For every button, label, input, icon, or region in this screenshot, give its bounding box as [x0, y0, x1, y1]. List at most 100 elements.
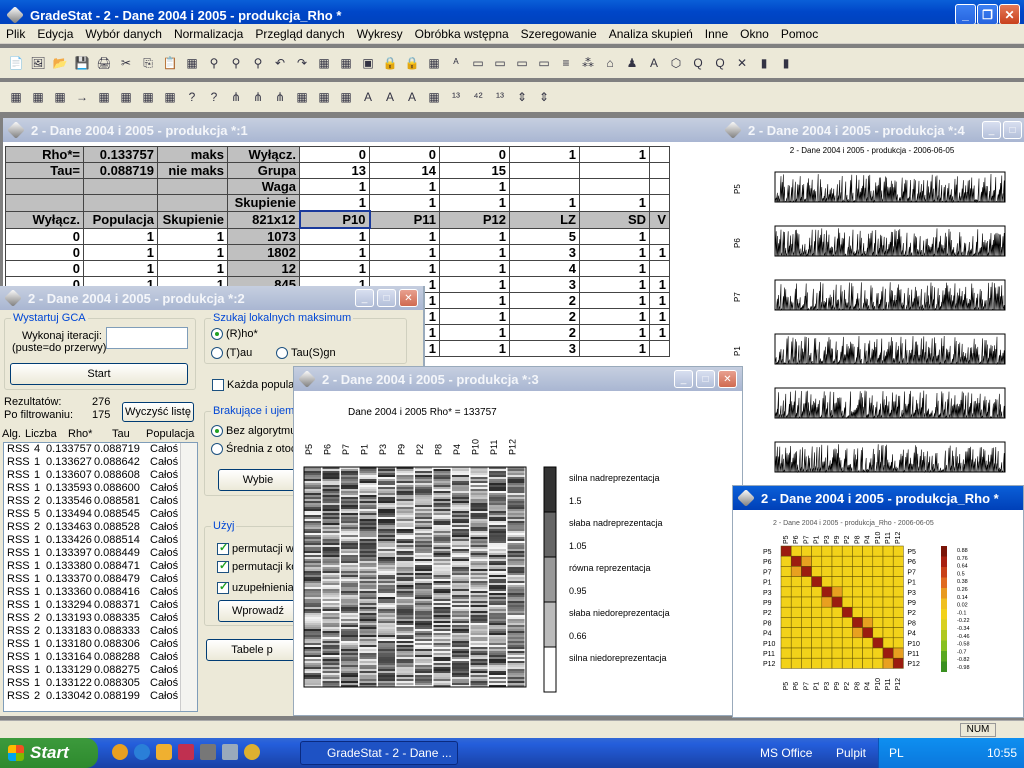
grid-cell[interactable]: 1	[509, 194, 580, 212]
tb1-tool-icon-1[interactable]: 🖼	[28, 53, 48, 73]
list-item[interactable]: RSS 2 0.133193 0.088335 Całoś	[4, 612, 197, 625]
grid-cell[interactable]: 13	[299, 162, 370, 179]
grid-cell[interactable]: 1	[649, 244, 670, 261]
grid-row[interactable]: 0 1 1 1802 1 1 1 3 1 1	[5, 244, 670, 261]
grid-cell[interactable]: nie maks	[157, 162, 228, 179]
grid-row[interactable]: Tau= 0.088719 nie maks Grupa 13 14 15	[5, 162, 670, 179]
tb2-tool-icon-7[interactable]: ▦	[160, 87, 180, 107]
grid-cell[interactable]	[649, 227, 670, 245]
grid-cell[interactable]: 1073	[227, 227, 300, 245]
tb2-tool-icon-20[interactable]: ¹³	[446, 87, 466, 107]
list-item[interactable]: RSS 1 0.133397 0.088449 Całoś	[4, 547, 197, 560]
clock-launch-icon[interactable]	[112, 744, 128, 760]
grid-cell[interactable]: 1	[439, 178, 510, 195]
grid-cell[interactable]: 1	[439, 276, 510, 293]
window3-close-button[interactable]: ✕	[718, 370, 737, 388]
results-list[interactable]: RSS 4 0.133757 0.088719 Całoś RSS 1 0.133627 0.0…	[3, 442, 198, 712]
grid-cell[interactable]: 1	[439, 324, 510, 341]
grid-cell[interactable]: 5	[509, 227, 580, 245]
tb2-tool-icon-22[interactable]: ¹³	[490, 87, 510, 107]
grid-cell[interactable]: 1	[157, 227, 228, 245]
tb1-tool-icon-7[interactable]: 📋	[160, 53, 180, 73]
grid-cell[interactable]: 0	[5, 260, 84, 277]
grid-cell[interactable]: Waga	[227, 178, 300, 195]
grid-cell[interactable]: 1	[579, 227, 650, 245]
tb1-tool-icon-18[interactable]: 🔒	[402, 53, 422, 73]
tb1-tool-icon-12[interactable]: ↶	[270, 53, 290, 73]
grid-cell[interactable]: 1802	[227, 244, 300, 261]
grid-cell[interactable]: 1	[369, 260, 440, 277]
grid-cell[interactable]	[83, 178, 158, 195]
tb1-tool-icon-11[interactable]: ⚲	[248, 53, 268, 73]
grid-cell[interactable]: 1	[439, 227, 510, 245]
grid-row[interactable]: Wyłącz. Populacja Skupienie 821x12 P10 P11 P12…	[5, 210, 670, 229]
desktop-toolbar[interactable]: Pulpit	[836, 746, 866, 760]
tb1-tool-icon-4[interactable]: 🖨	[94, 53, 114, 73]
select-button[interactable]: Wybie	[218, 469, 298, 491]
grid-cell[interactable]	[649, 194, 670, 212]
grid-cell[interactable]: 3	[509, 276, 580, 293]
list-item[interactable]: RSS 1 0.133180 0.088306 Całoś	[4, 638, 197, 651]
file-icon[interactable]	[222, 744, 238, 760]
list-item[interactable]: RSS 4 0.133757 0.088719 Całoś	[4, 443, 197, 456]
grid-cell[interactable]: 1	[579, 194, 650, 212]
window2-minimize-button[interactable]: _	[355, 289, 374, 307]
tables-button[interactable]: Tabele p	[206, 639, 298, 661]
grid-cell[interactable]: 1	[369, 227, 440, 245]
start-button-taskbar[interactable]: Start	[0, 738, 98, 768]
list-header-liczba[interactable]: Liczba	[25, 428, 57, 440]
grid-cell[interactable]: Populacja	[83, 210, 158, 229]
list-item[interactable]: RSS 1 0.133607 0.088608 Całoś	[4, 469, 197, 482]
list-item[interactable]: RSS 1 0.133370 0.088479 Całoś	[4, 573, 197, 586]
grid-cell[interactable]: 1	[299, 178, 370, 195]
grid-cell[interactable]: 1	[439, 292, 510, 309]
tb2-tool-icon-17[interactable]: A	[380, 87, 400, 107]
grid-cell[interactable]	[5, 178, 84, 195]
list-item[interactable]: RSS 1 0.133164 0.088288 Całoś	[4, 651, 197, 664]
ie-icon[interactable]	[134, 744, 150, 760]
list-item[interactable]: RSS 1 0.133294 0.088371 Całoś	[4, 599, 197, 612]
tb1-tool-icon-17[interactable]: 🔒	[380, 53, 400, 73]
tb1-tool-icon-3[interactable]: 💾	[72, 53, 92, 73]
window4-minimize-button[interactable]: _	[982, 121, 1001, 139]
grid-row[interactable]: 0 1 1 1073 1 1 1 5 1	[5, 227, 670, 245]
tb2-tool-icon-15[interactable]: ▦	[336, 87, 356, 107]
grid-cell[interactable]: 2	[509, 324, 580, 341]
grid-cell[interactable]: 1	[439, 244, 510, 261]
grid-cell[interactable]: 1	[579, 340, 650, 357]
tb1-tool-icon-16[interactable]: ▣	[358, 53, 378, 73]
grid-cell[interactable]: 1	[439, 340, 510, 357]
menu-5[interactable]: Wykresy	[351, 27, 409, 41]
list-item[interactable]: RSS 1 0.133380 0.088471 Całoś	[4, 560, 197, 573]
radio-no-algorithm[interactable]: Bez algorytmu	[211, 425, 296, 438]
window-correlation[interactable]: 2 - Dane 2004 i 2005 - produkcja_Rho * 2…	[732, 485, 1024, 718]
radio-tau[interactable]: (T)au	[211, 347, 252, 360]
tb1-tool-icon-24[interactable]: ▭	[534, 53, 554, 73]
grid-cell[interactable]: P11	[369, 210, 440, 229]
grid-cell[interactable]	[157, 178, 228, 195]
grid-cell[interactable]: V	[649, 210, 670, 229]
grid-cell[interactable]	[509, 178, 580, 195]
grid-cell[interactable]: 1	[579, 146, 650, 163]
grid-row[interactable]: Skupienie 1 1 1 1 1	[5, 194, 670, 212]
grid-cell[interactable]: 0	[299, 146, 370, 163]
tb1-tool-icon-9[interactable]: ⚲	[204, 53, 224, 73]
grid-cell[interactable]: 1	[299, 244, 370, 261]
tb1-tool-icon-33[interactable]: ✕	[732, 53, 752, 73]
window-heatmap[interactable]: 2 - Dane 2004 i 2005 - produkcja *:3 _ □…	[293, 366, 743, 716]
radio-taus[interactable]: Tau(S)gn	[276, 347, 336, 360]
tb1-tool-icon-32[interactable]: Q	[710, 53, 730, 73]
list-item[interactable]: RSS 1 0.133627 0.088642 Całoś	[4, 456, 197, 469]
menu-7[interactable]: Szeregowanie	[515, 27, 603, 41]
grid-cell[interactable]: 1	[579, 292, 650, 309]
tb2-tool-icon-6[interactable]: ▦	[138, 87, 158, 107]
tb1-tool-icon-22[interactable]: ▭	[490, 53, 510, 73]
tb1-tool-icon-23[interactable]: ▭	[512, 53, 532, 73]
tb2-tool-icon-3[interactable]: →	[72, 87, 92, 107]
ms-office-toolbar[interactable]: MS Office	[760, 746, 812, 760]
tb2-tool-icon-1[interactable]: ▦	[28, 87, 48, 107]
browser-icon[interactable]	[156, 744, 172, 760]
window3-minimize-button[interactable]: _	[674, 370, 693, 388]
tb2-tool-icon-4[interactable]: ▦	[94, 87, 114, 107]
grid-cell[interactable]: Wyłącz.	[227, 146, 300, 163]
